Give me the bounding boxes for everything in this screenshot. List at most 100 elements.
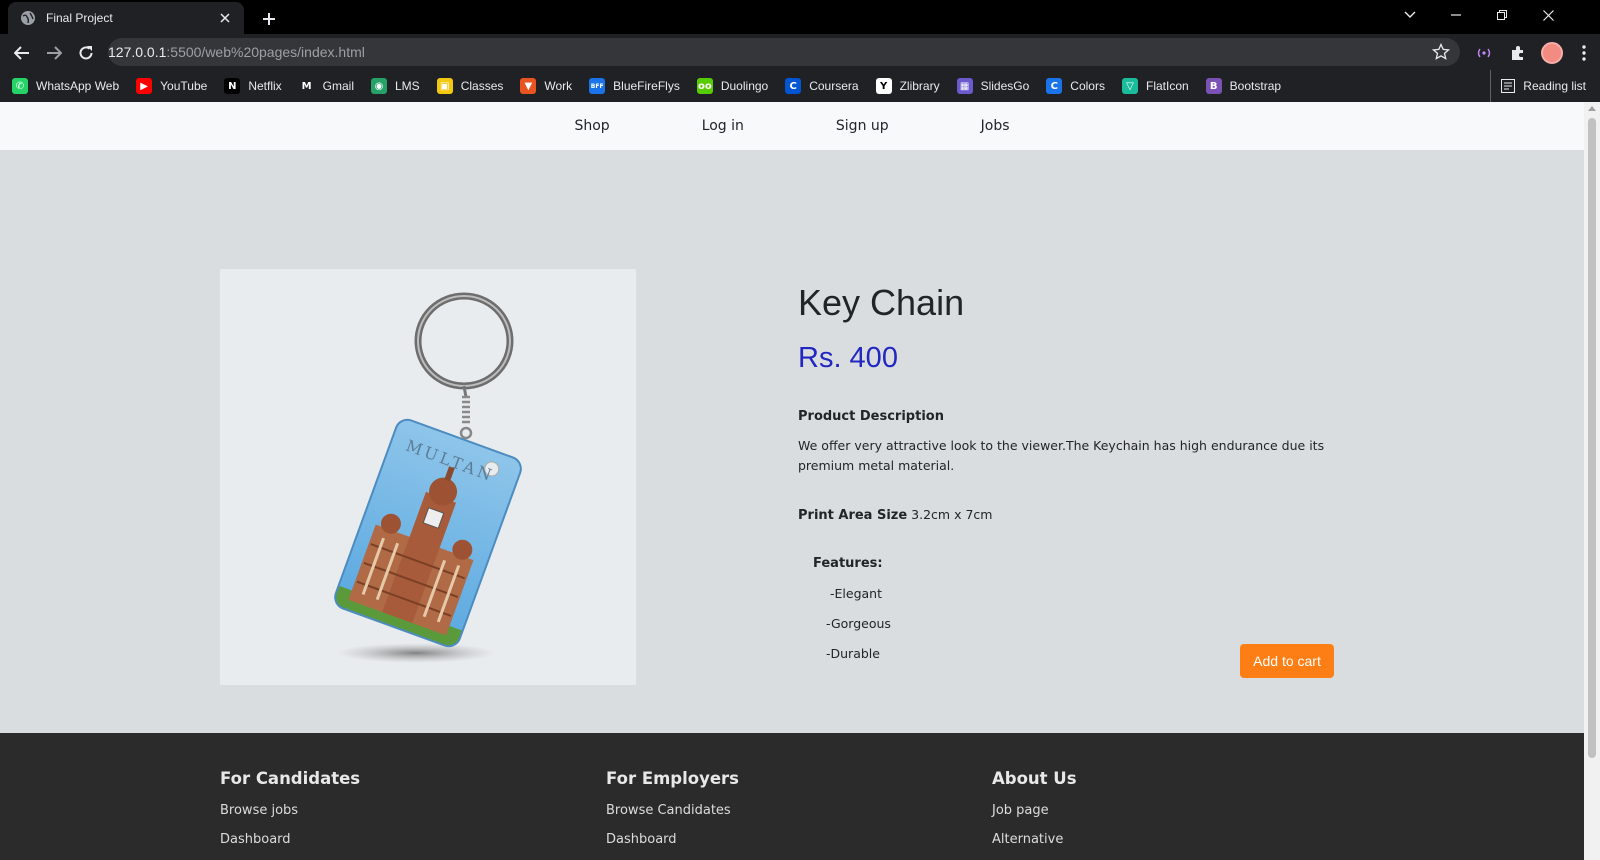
bookmark-label: FlatIcon [1145,79,1189,93]
bookmark-label: Bootstrap [1229,79,1282,93]
address-bar[interactable]: 127.0.0.1:5500/web%20pages/index.html [108,38,1460,239]
bookmark-slidesgo[interactable]: ▦ SlidesGo [956,78,1030,94]
bookmark-coursera[interactable]: C Coursera [785,78,859,94]
feature-item: -Gorgeous [826,616,891,631]
reload-icon[interactable] [72,39,100,67]
bookmark-colors[interactable]: C Colors [1046,78,1105,94]
bookmark-label: Classes [460,79,504,93]
bookmark-label: Zlibrary [899,79,940,93]
scrollbar-thumb[interactable] [1588,118,1596,758]
product-title: Key Chain [798,282,965,323]
print-area-value: 3.2cm x 7cm [911,507,993,522]
close-window-icon[interactable] [1526,0,1570,30]
features-heading: Features: [813,556,883,571]
restore-icon[interactable] [1480,0,1524,30]
bookmark-label: Netflix [248,79,282,93]
tab-close-icon[interactable] [214,7,236,29]
browser-tab[interactable]: Final Project [8,2,244,34]
bookmark-classes[interactable]: ▣ Classes [436,78,504,94]
description-heading: Product Description [798,409,944,424]
url-path: :5500/web%20pages/index.html [166,44,365,60]
product-image: MULTAN [220,269,636,685]
bookmark-bluefireflys[interactable]: BFF BlueFireFlys [589,78,680,94]
reading-list-button[interactable]: Reading list [1490,70,1586,102]
bookmark-zlibrary[interactable]: Y Zlibrary [875,78,940,94]
bookmark-bootstrap[interactable]: B Bootstrap [1205,78,1282,94]
bookmark-label: SlidesGo [980,79,1030,93]
back-arrow-icon[interactable] [8,39,36,67]
footer-col-employers: For Employers Browse Candidates Dashboar… [606,769,739,854]
add-to-cart-button[interactable]: Add to cart [1240,644,1334,678]
print-area-size: Print Area Size 3.2cm x 7cm [798,507,992,523]
bookmark-work[interactable]: ▼ Work [520,78,572,94]
scroll-up-icon[interactable] [1588,106,1596,111]
work-icon: ▼ [520,78,537,94]
coursera-icon: C [785,78,802,94]
bookmark-label: Work [544,79,573,93]
footer-col-candidates: For Candidates Browse jobs Dashboard [220,769,360,854]
page-scrollbar[interactable] [1584,102,1600,860]
netflix-icon: N [224,78,241,94]
footer-heading: For Candidates [220,769,361,788]
extension-broadcast-icon[interactable] [1470,39,1498,67]
product-price: Rs. 400 [798,342,898,374]
bookmark-whatsapp-web[interactable]: ✆ WhatsApp Web [12,78,119,94]
new-tab-icon[interactable] [256,6,282,32]
nav-jobs[interactable]: Jobs [981,118,1010,134]
footer-link-browse-candidates[interactable]: Browse Candidates [606,796,739,825]
bookmark-lms[interactable]: ◉ LMS [371,78,420,94]
bootstrap-icon: B [1205,78,1222,94]
reading-list-icon [1501,79,1516,93]
slidesgo-icon: ▦ [956,78,973,94]
bookmark-flaticon[interactable]: ▽ FlatIcon [1121,78,1189,94]
bookmark-label: Colors [1070,79,1105,93]
bookmark-label: LMS [395,79,420,93]
footer-link-job-page[interactable]: Job page [992,796,1077,825]
footer-link-alternative[interactable]: Alternative [992,825,1077,854]
url-text: 127.0.0.1:5500/web%20pages/index.html [108,44,365,60]
footer-heading: About Us [992,769,1077,788]
page-viewport: Shop Log in Sign up Jobs MULTAN Key Chai… [0,102,1584,860]
url-host: 127.0.0.1 [108,44,167,60]
bookmark-star-icon[interactable] [1432,43,1450,61]
colors-icon: C [1046,78,1063,94]
profile-avatar[interactable] [1538,39,1566,67]
bookmarks-bar: ✆ WhatsApp Web ▶ YouTube N Netflix M Gmail ◉ LMS ▣… [0,70,1600,102]
whatsapp-icon: ✆ [12,78,28,94]
bookmark-label: BlueFireFlys [613,79,680,93]
footer-link-dashboard[interactable]: Dashboard [606,825,739,854]
youtube-icon: ▶ [136,78,153,94]
bookmark-gmail[interactable]: M Gmail [298,78,354,94]
product-description: We offer very attractive look to the vie… [798,438,1325,473]
bookmark-duolingo[interactable]: oo Duolingo [696,78,769,94]
zlibrary-icon: Y [875,78,892,94]
bluefireflys-icon: BFF [589,78,606,94]
tab-title: Final Project [46,11,113,25]
minimize-icon[interactable] [1434,0,1478,30]
bookmark-label: Duolingo [720,79,769,93]
nav-login[interactable]: Log in [702,118,744,134]
footer-heading: For Employers [606,769,739,788]
footer-link-dashboard[interactable]: Dashboard [220,825,360,854]
classes-icon: ▣ [436,78,453,94]
bookmark-netflix[interactable]: N Netflix [224,78,282,94]
tab-search-icon[interactable] [1388,0,1432,30]
footer-link-browse-jobs[interactable]: Browse jobs [220,796,360,825]
extensions-puzzle-icon[interactable] [1504,39,1532,67]
globe-icon [20,10,36,26]
nav-shop[interactable]: Shop [574,118,609,134]
lms-icon: ◉ [371,78,387,94]
menu-dots-icon[interactable] [1570,39,1598,67]
bookmark-youtube[interactable]: ▶ YouTube [136,78,207,94]
bookmark-label: Gmail [322,79,354,93]
print-area-label: Print Area Size [798,508,908,523]
forward-arrow-icon[interactable] [40,39,68,67]
site-footer: For Candidates Browse jobs Dashboard For… [0,733,1584,860]
feature-item: -Durable [826,646,880,661]
browser-toolbar: 127.0.0.1:5500/web%20pages/index.html [0,34,1600,239]
tab-strip: Final Project [0,0,1600,34]
duolingo-icon: oo [696,78,713,94]
gmail-icon: M [298,78,315,94]
reading-list-label: Reading list [1523,79,1586,93]
nav-signup[interactable]: Sign up [836,118,889,134]
